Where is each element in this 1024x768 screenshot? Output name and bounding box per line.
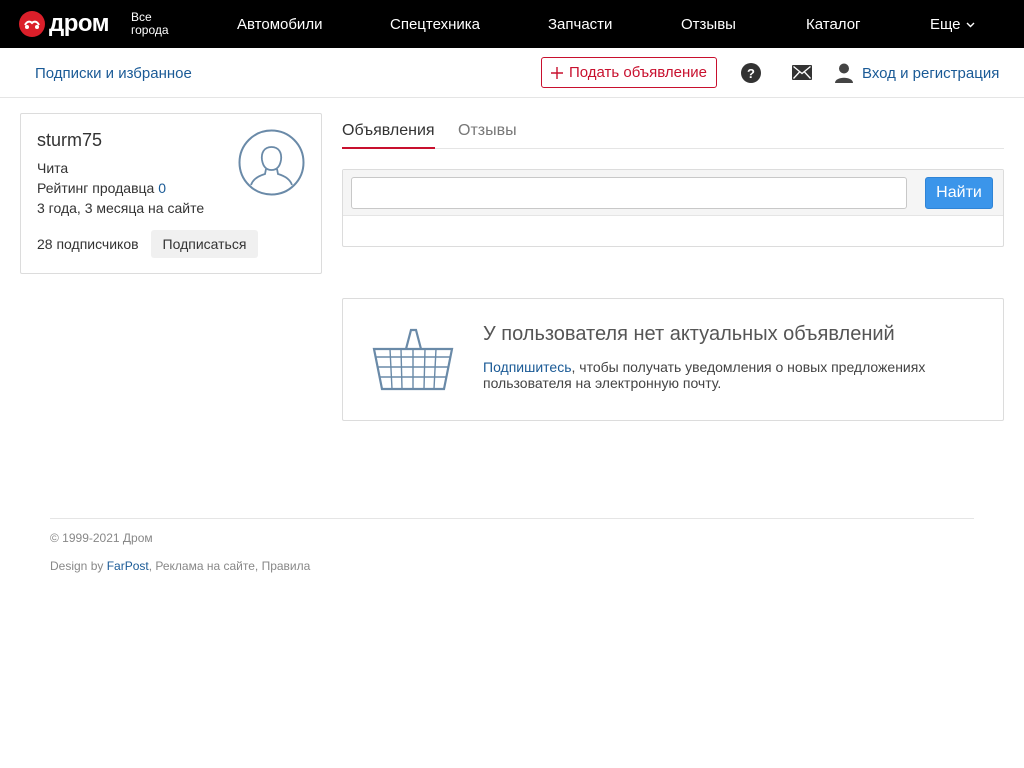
find-button[interactable]: Найти: [925, 177, 993, 209]
tabs-divider: [342, 148, 1004, 149]
drom-logo[interactable]: дром: [19, 10, 110, 37]
login-register-link[interactable]: Вход и регистрация: [862, 66, 999, 82]
rating-label: Рейтинг продавца: [37, 180, 155, 196]
subscribers-count: 28 подписчиков: [37, 236, 139, 252]
seller-rating: Рейтинг продавца 0: [37, 180, 166, 196]
subscribe-link[interactable]: Подпишитесь: [483, 359, 572, 375]
logo-text: дром: [49, 10, 110, 37]
farpost-link[interactable]: FarPost: [107, 559, 149, 573]
top-navbar: дром Все города Автомобили Спецтехника З…: [0, 0, 1024, 48]
tab-ads[interactable]: Объявления: [342, 122, 435, 140]
copyright: © 1999-2021 Дром: [50, 531, 153, 545]
post-ad-label: Подать объявление: [568, 64, 708, 81]
nav-more-label: Еще: [930, 16, 961, 33]
design-prefix: Design by: [50, 559, 107, 573]
active-tab-indicator: [342, 147, 435, 149]
post-ad-button[interactable]: Подать объявление: [541, 57, 717, 88]
city-line2: города: [131, 23, 169, 37]
footer-divider: [50, 518, 974, 519]
no-ads-title: У пользователя нет актуальных объявлений: [483, 323, 895, 345]
rating-value[interactable]: 0: [158, 180, 166, 196]
avatar-user-silhouette-icon: [238, 129, 305, 196]
plus-icon: [550, 66, 563, 79]
footer-links: , Реклама на сайте, Правила: [148, 559, 311, 573]
seller-city: Чита: [37, 160, 69, 176]
subscriptions-favorites-link[interactable]: Подписки и избранное: [35, 66, 192, 82]
subscribe-button[interactable]: Подписаться: [151, 230, 258, 258]
mail-icon[interactable]: [792, 65, 812, 80]
nav-special-machinery[interactable]: Спецтехника: [390, 16, 480, 34]
nav-reviews[interactable]: Отзывы: [681, 16, 736, 34]
tab-reviews[interactable]: Отзывы: [458, 122, 517, 140]
chevron-down-icon: [966, 22, 975, 28]
username: sturm75: [37, 130, 103, 150]
help-icon[interactable]: ?: [741, 63, 761, 83]
nav-cars[interactable]: Автомобили: [237, 16, 322, 34]
nav-catalog[interactable]: Каталог: [806, 16, 861, 34]
nav-parts[interactable]: Запчасти: [548, 16, 612, 34]
nav-more[interactable]: Еще: [930, 16, 975, 34]
member-since: 3 года, 3 месяца на сайте: [37, 200, 205, 216]
design-credits: Design by FarPost, Реклама на сайте, Пра…: [50, 559, 310, 573]
no-ads-description: Подпишитесь, чтобы получать уведомления …: [483, 359, 953, 391]
user-icon[interactable]: [835, 63, 853, 83]
basket-icon: [372, 328, 454, 391]
ads-search-input[interactable]: [351, 177, 907, 209]
city-selector[interactable]: Все города: [131, 11, 169, 37]
logo-mark-icon: [19, 11, 45, 37]
